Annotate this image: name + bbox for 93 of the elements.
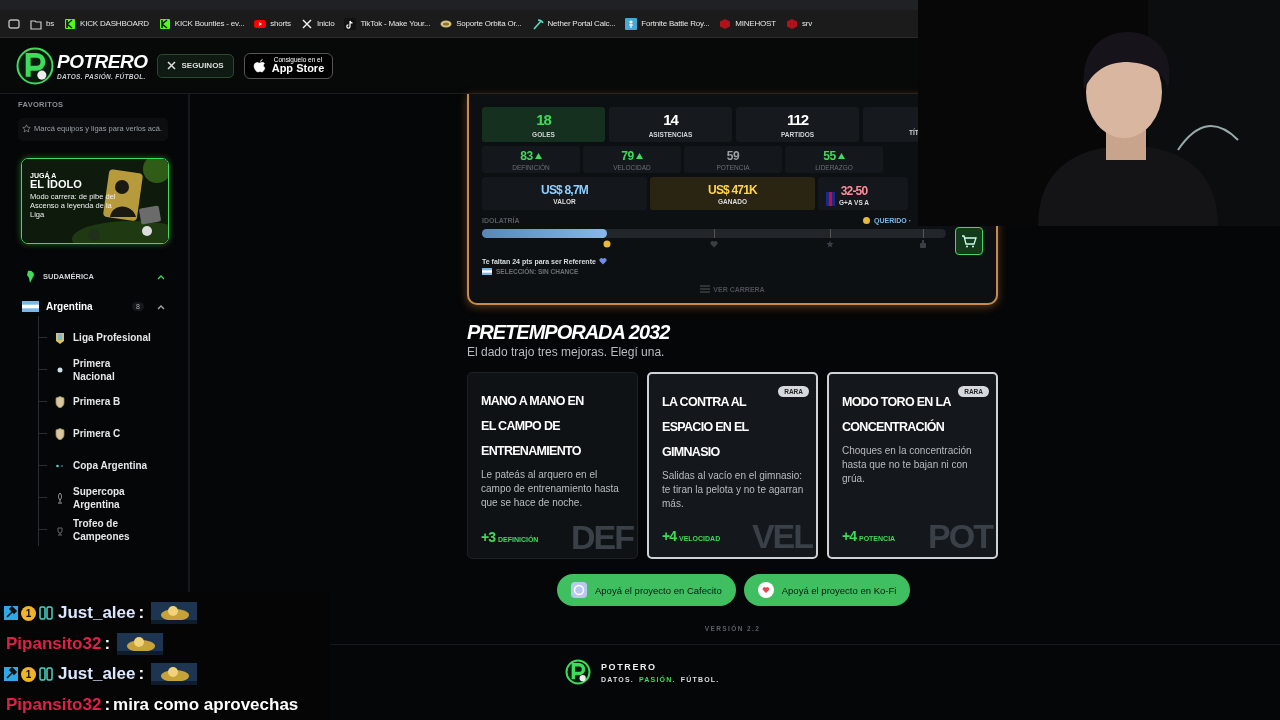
attribute-value: 55 [823,148,836,163]
chat-username: Pipansito32 [6,633,102,654]
attribute-value: 79 [621,148,634,163]
stat-value: 14 [663,111,678,127]
folder-icon [30,17,42,30]
league-item[interactable]: Supercopa Argentina [39,481,170,514]
video-play-icon [254,17,267,30]
card-title: MANO A MANO EN EL CAMPO DE ENTRENAMIENTO [481,393,585,460]
league-item[interactable]: Liga Profesional [39,321,170,354]
section-subtitle: El dado trajo tres mejoras. Elegí una. [467,345,666,359]
card-title: MODO TORO EN LA CONCENTRACIÓN [842,394,952,436]
league-item[interactable]: Trofeo de Campeones [39,513,170,546]
figure-icon [625,17,638,30]
attribute-value: 59 [726,148,740,163]
card-description: Choques en la concentración hasta que no te bajan ni con grúa. [842,444,973,486]
support-button[interactable]: Apoyá el proyecto en Ko-Fi [743,574,911,606]
follow-button[interactable]: SEGUINOS [157,53,234,78]
cart-button[interactable] [955,227,983,255]
card-description: Salidas al vacío en el gimnasio: te tiran la pelota y no te agarran más. [662,469,804,511]
logo-icon [565,659,591,685]
shield-icon [55,427,65,440]
chat-separator: : [104,633,111,654]
chat-username: Pipansito32 [6,694,102,715]
clap-icon [603,240,612,248]
league-item[interactable]: Primera C [39,417,170,450]
card-description: Le pateás al arquero en el campo de entrenamiento hasta que se hace de noche. [481,468,620,510]
value-amount: 32-50 [840,184,868,198]
bookmark[interactable]: srv [785,17,812,30]
apple-icon [252,57,267,74]
bookmark[interactable]: Inicio [300,17,335,30]
bookmark[interactable]: bs [30,17,55,30]
footer-name: POTRERO [601,661,658,672]
logo-icon [16,46,54,85]
flag-icon [22,301,39,312]
pickaxe-icon [531,17,544,30]
music-note-icon [344,17,357,30]
chat-username: Just_alee [58,603,136,624]
bookmark[interactable]: MINEHOST [719,17,776,30]
x-icon [300,17,313,30]
flag-icon [482,268,492,275]
bookmark[interactable]: TikTok - Make Your... [344,17,431,30]
league-item[interactable]: Copa Argentina [39,449,170,482]
league-item[interactable]: Primera Nacional [39,353,170,386]
cart-icon [961,234,977,248]
chat-message: mira como aprovechas [113,694,299,715]
heart-icon [598,257,607,265]
value-amount: US$ 471K [708,182,757,197]
cube-icon [719,17,732,30]
chat-username: Just_alee [58,664,136,685]
trophy-icon [55,491,65,504]
crest-icon [55,331,65,344]
gamepad-icon [39,606,53,621]
site-name: POTRERO [57,51,148,72]
bookmark[interactable]: KICK DASHBOARD [64,17,149,30]
league-item[interactable]: Primera B [39,385,170,418]
value-amount: US$ 8,7M [541,182,588,197]
chat-separator: : [138,603,145,624]
tier-badge: 1 [21,605,36,621]
bonus-value: +4 [662,528,676,544]
bookmark[interactable]: KICK Bounties - ev... [158,17,245,30]
section-heading: PRETEMPORADA 2032 [467,321,671,343]
bookmark[interactable]: Soporte Orbita Or... [440,17,522,30]
hammer-icon [4,606,18,621]
club-crest-icon [826,192,835,206]
continent-icon [26,270,35,283]
hammer-icon [4,667,18,682]
kick-icon [158,17,171,30]
bookmark[interactable]: shorts [254,17,291,30]
card-title: LA CONTRA AL ESPACIO EN EL GIMNASIO [662,394,750,461]
kick-icon [64,17,77,30]
clap-icon [862,216,872,225]
chat-separator: : [104,694,111,715]
support-button[interactable]: Apoyá el proyecto en Cafecito [557,574,736,606]
shield-icon [55,395,65,408]
tier-badge: 1 [21,666,36,682]
star-icon [826,240,835,248]
cube-icon [785,17,798,30]
app-store-label: App Store [271,63,325,75]
x-icon [167,61,177,70]
bookmark[interactable]: Nether Portal Calc... [531,17,616,30]
chat-separator: : [138,664,145,685]
bonus-value: +4 [842,528,856,544]
heart-icon [710,240,718,248]
bookmark[interactable]: Fortnite Battle Roy... [625,17,710,30]
star-icon [22,124,31,133]
list-icon [700,285,711,293]
promo-title: EL ÍDOLO [30,178,83,190]
attribute-value: 83 [520,148,533,163]
tab-search-icon [8,18,20,29]
bonus-value: +3 [481,529,495,545]
stat-value: 18 [536,111,551,127]
gamepad-icon [39,667,53,682]
stat-value: 112 [786,111,809,127]
